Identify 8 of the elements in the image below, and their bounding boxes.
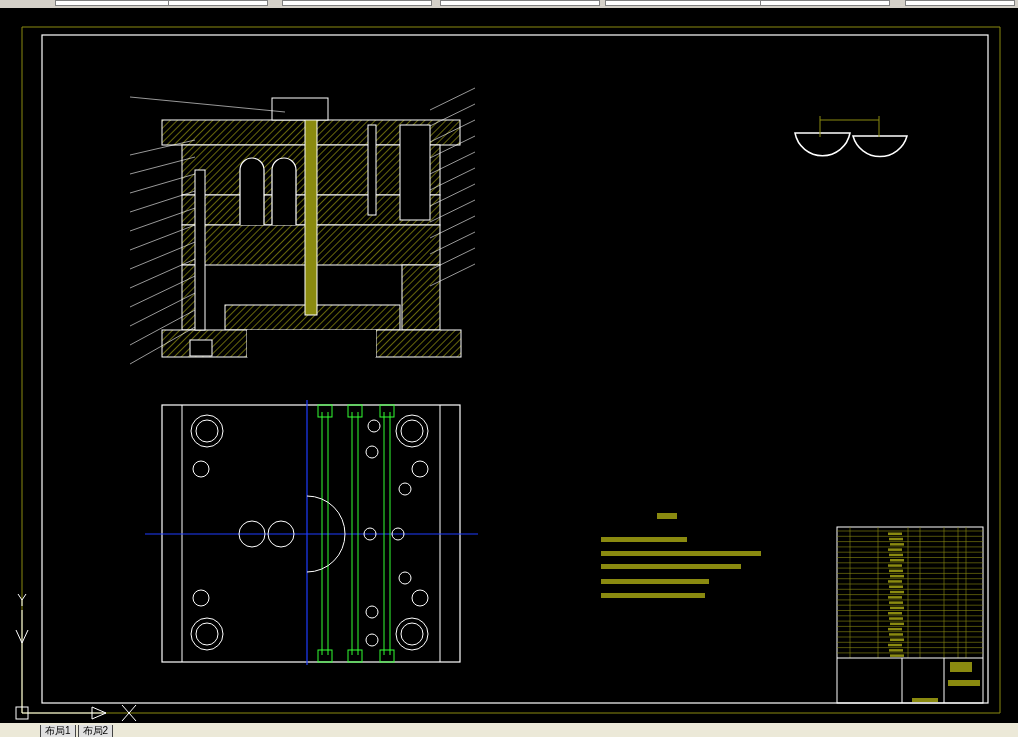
- layout-tab[interactable]: 布局2: [77, 725, 114, 737]
- layout-tab[interactable]: 布局1: [40, 725, 76, 737]
- dropdown-field[interactable]: [760, 0, 890, 6]
- dropdown-field[interactable]: [282, 0, 432, 6]
- dropdown-field[interactable]: [440, 0, 600, 6]
- dropdown-field[interactable]: [905, 0, 1015, 6]
- ucs-icon: [15, 593, 137, 722]
- dropdown-field[interactable]: [168, 0, 268, 6]
